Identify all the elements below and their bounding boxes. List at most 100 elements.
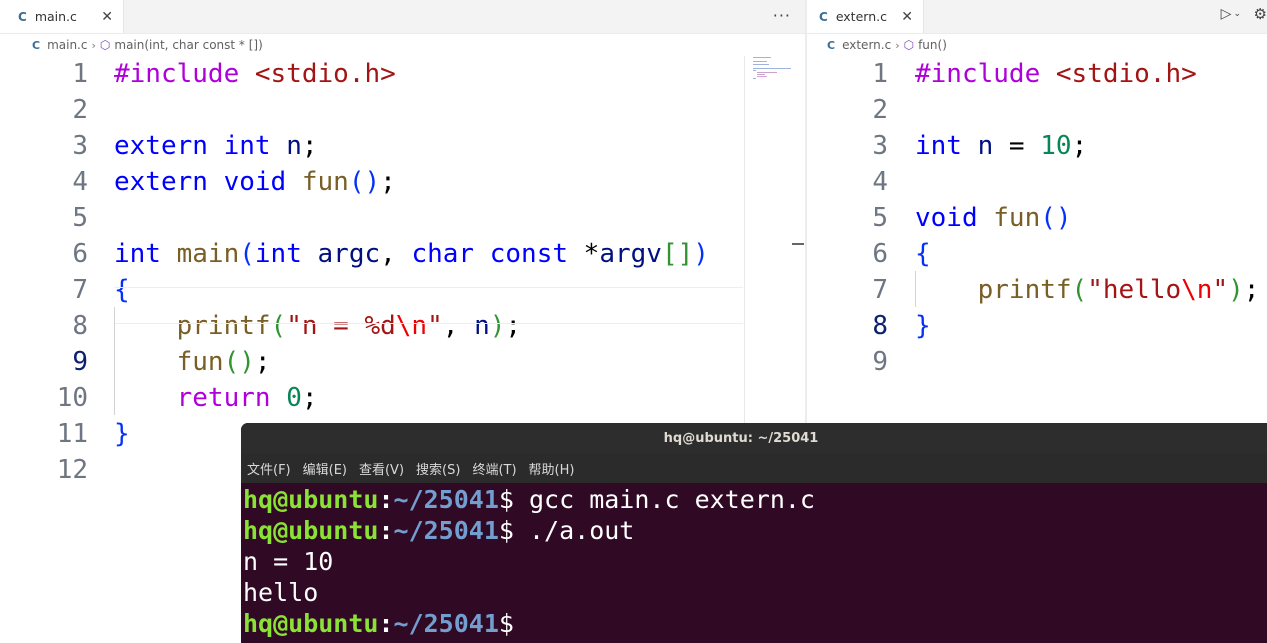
- code-line[interactable]: 1 #include <stdio.h>: [0, 56, 805, 92]
- tab-label: extern.c: [835, 9, 887, 24]
- code-token: #include: [915, 59, 1041, 89]
- gear-icon[interactable]: ⚙: [1254, 5, 1267, 23]
- prompt-user: hq@ubuntu: [243, 516, 379, 545]
- code-token: (): [348, 167, 381, 197]
- code-token: 10: [1040, 131, 1072, 161]
- prompt-user: hq@ubuntu: [243, 485, 379, 514]
- code-text: extern int n;: [114, 128, 318, 164]
- code-text: printf("hello\n");: [915, 272, 1260, 308]
- breadcrumb-file[interactable]: extern.c: [842, 38, 891, 52]
- code-token: ;: [301, 383, 318, 413]
- line-number: 8: [72, 311, 88, 341]
- close-icon[interactable]: ✕: [901, 9, 913, 25]
- terminal-menu-item[interactable]: 帮助(H): [529, 459, 575, 478]
- line-number: 4: [72, 167, 88, 197]
- tab-main-c[interactable]: C main.c ✕: [0, 0, 124, 33]
- line-number: 3: [872, 131, 888, 161]
- code-line[interactable]: 5 void fun(): [807, 200, 1267, 236]
- terminal-menu-item[interactable]: 文件(F): [247, 459, 291, 478]
- scrollbar-marker[interactable]: [792, 243, 804, 245]
- chevron-down-icon[interactable]: ⌄: [1233, 9, 1241, 19]
- code-line[interactable]: 3 extern int n;: [0, 128, 805, 164]
- c-file-icon: C: [18, 9, 27, 24]
- line-number: 1: [72, 59, 88, 89]
- line-number: 10: [56, 383, 88, 413]
- terminal-output-text: n = 10: [243, 547, 334, 576]
- code-line[interactable]: 6 int main(int argc, char const *argv[]): [0, 236, 805, 272]
- code-token: fun: [301, 167, 349, 197]
- terminal-menu-item[interactable]: 编辑(E): [303, 459, 347, 478]
- code-line[interactable]: 2: [807, 92, 1267, 128]
- code-token: int: [114, 239, 161, 269]
- code-token: int: [254, 239, 302, 269]
- code-line[interactable]: 2: [0, 92, 805, 128]
- code-token: int: [223, 131, 271, 161]
- code-token: return: [176, 383, 271, 413]
- terminal-line: hq@ubuntu:~/25041$ gcc main.c extern.c: [243, 484, 815, 515]
- line-number: 6: [872, 239, 888, 269]
- minimap[interactable]: [744, 56, 793, 426]
- code-line[interactable]: 3 int n = 10;: [807, 128, 1267, 164]
- breadcrumb: C main.c › ⬡ main(int, char const * []): [0, 34, 805, 56]
- code-token: ): [693, 239, 709, 269]
- code-line[interactable]: 5: [0, 200, 805, 236]
- line-number: 11: [56, 419, 88, 449]
- code-token: void: [915, 203, 978, 233]
- code-line[interactable]: 4 extern void fun();: [0, 164, 805, 200]
- code-token: \n: [1181, 275, 1213, 305]
- code-token: ): [1228, 275, 1244, 305]
- code-token: ": [1212, 275, 1229, 305]
- chevron-right-icon: ›: [895, 38, 900, 52]
- breadcrumb-symbol[interactable]: main(int, char const * []): [114, 38, 262, 52]
- code-line[interactable]: 9: [807, 344, 1267, 380]
- more-actions-icon[interactable]: ···: [773, 6, 791, 25]
- code-text: fun();: [114, 344, 271, 380]
- code-line[interactable]: 6{: [807, 236, 1267, 272]
- breadcrumb-symbol[interactable]: fun(): [918, 38, 947, 52]
- code-token: n: [977, 131, 994, 161]
- code-token: fun: [993, 203, 1041, 233]
- code-token: 0: [286, 383, 302, 413]
- code-text: }: [114, 416, 130, 452]
- prompt-symbol: $: [498, 609, 514, 638]
- terminal-menu-item[interactable]: 查看(V): [359, 459, 404, 478]
- close-icon[interactable]: ✕: [101, 9, 113, 25]
- terminal-menu-item[interactable]: 终端(T): [472, 459, 516, 478]
- left-tab-bar: C main.c ✕ ···: [0, 0, 805, 34]
- code-token: printf: [977, 275, 1072, 305]
- code-token: n: [286, 131, 302, 161]
- code-line[interactable]: 7 printf("hello\n");: [807, 272, 1267, 308]
- code-token: =: [993, 131, 1041, 161]
- terminal-line: n = 10: [243, 546, 815, 577]
- code-line[interactable]: 4: [807, 164, 1267, 200]
- run-debug-icon[interactable]: ▷ ⌄: [1221, 6, 1241, 22]
- code-line[interactable]: 9 fun();: [0, 344, 805, 380]
- code-token: #include: [114, 59, 240, 89]
- line-number: 2: [872, 95, 888, 125]
- terminal-menu-item[interactable]: 搜索(S): [416, 459, 460, 478]
- prompt-user: hq@ubuntu: [243, 609, 379, 638]
- code-line[interactable]: 10 return 0;: [0, 380, 805, 416]
- code-token: ;: [254, 347, 271, 377]
- method-cube-icon: ⬡: [903, 38, 915, 52]
- terminal-output[interactable]: hq@ubuntu:~/25041$ gcc main.c extern.c hq…: [243, 484, 815, 639]
- tab-extern-c[interactable]: C extern.c ✕: [807, 0, 924, 33]
- terminal-command: gcc main.c extern.c: [513, 485, 815, 514]
- breadcrumb-file[interactable]: main.c: [47, 38, 87, 52]
- indent-guide: [114, 307, 115, 415]
- code-line[interactable]: 8}: [807, 308, 1267, 344]
- prompt-separator: :: [378, 516, 394, 545]
- code-token: ,: [380, 239, 412, 269]
- terminal-window[interactable]: hq@ubuntu: ~/25041 文件(F) 编辑(E) 查看(V) 搜索(S) 终…: [241, 423, 1267, 643]
- terminal-line: hq@ubuntu:~/25041$: [243, 608, 815, 639]
- code-token: const: [489, 239, 569, 269]
- code-line[interactable]: 1 #include <stdio.h>: [807, 56, 1267, 92]
